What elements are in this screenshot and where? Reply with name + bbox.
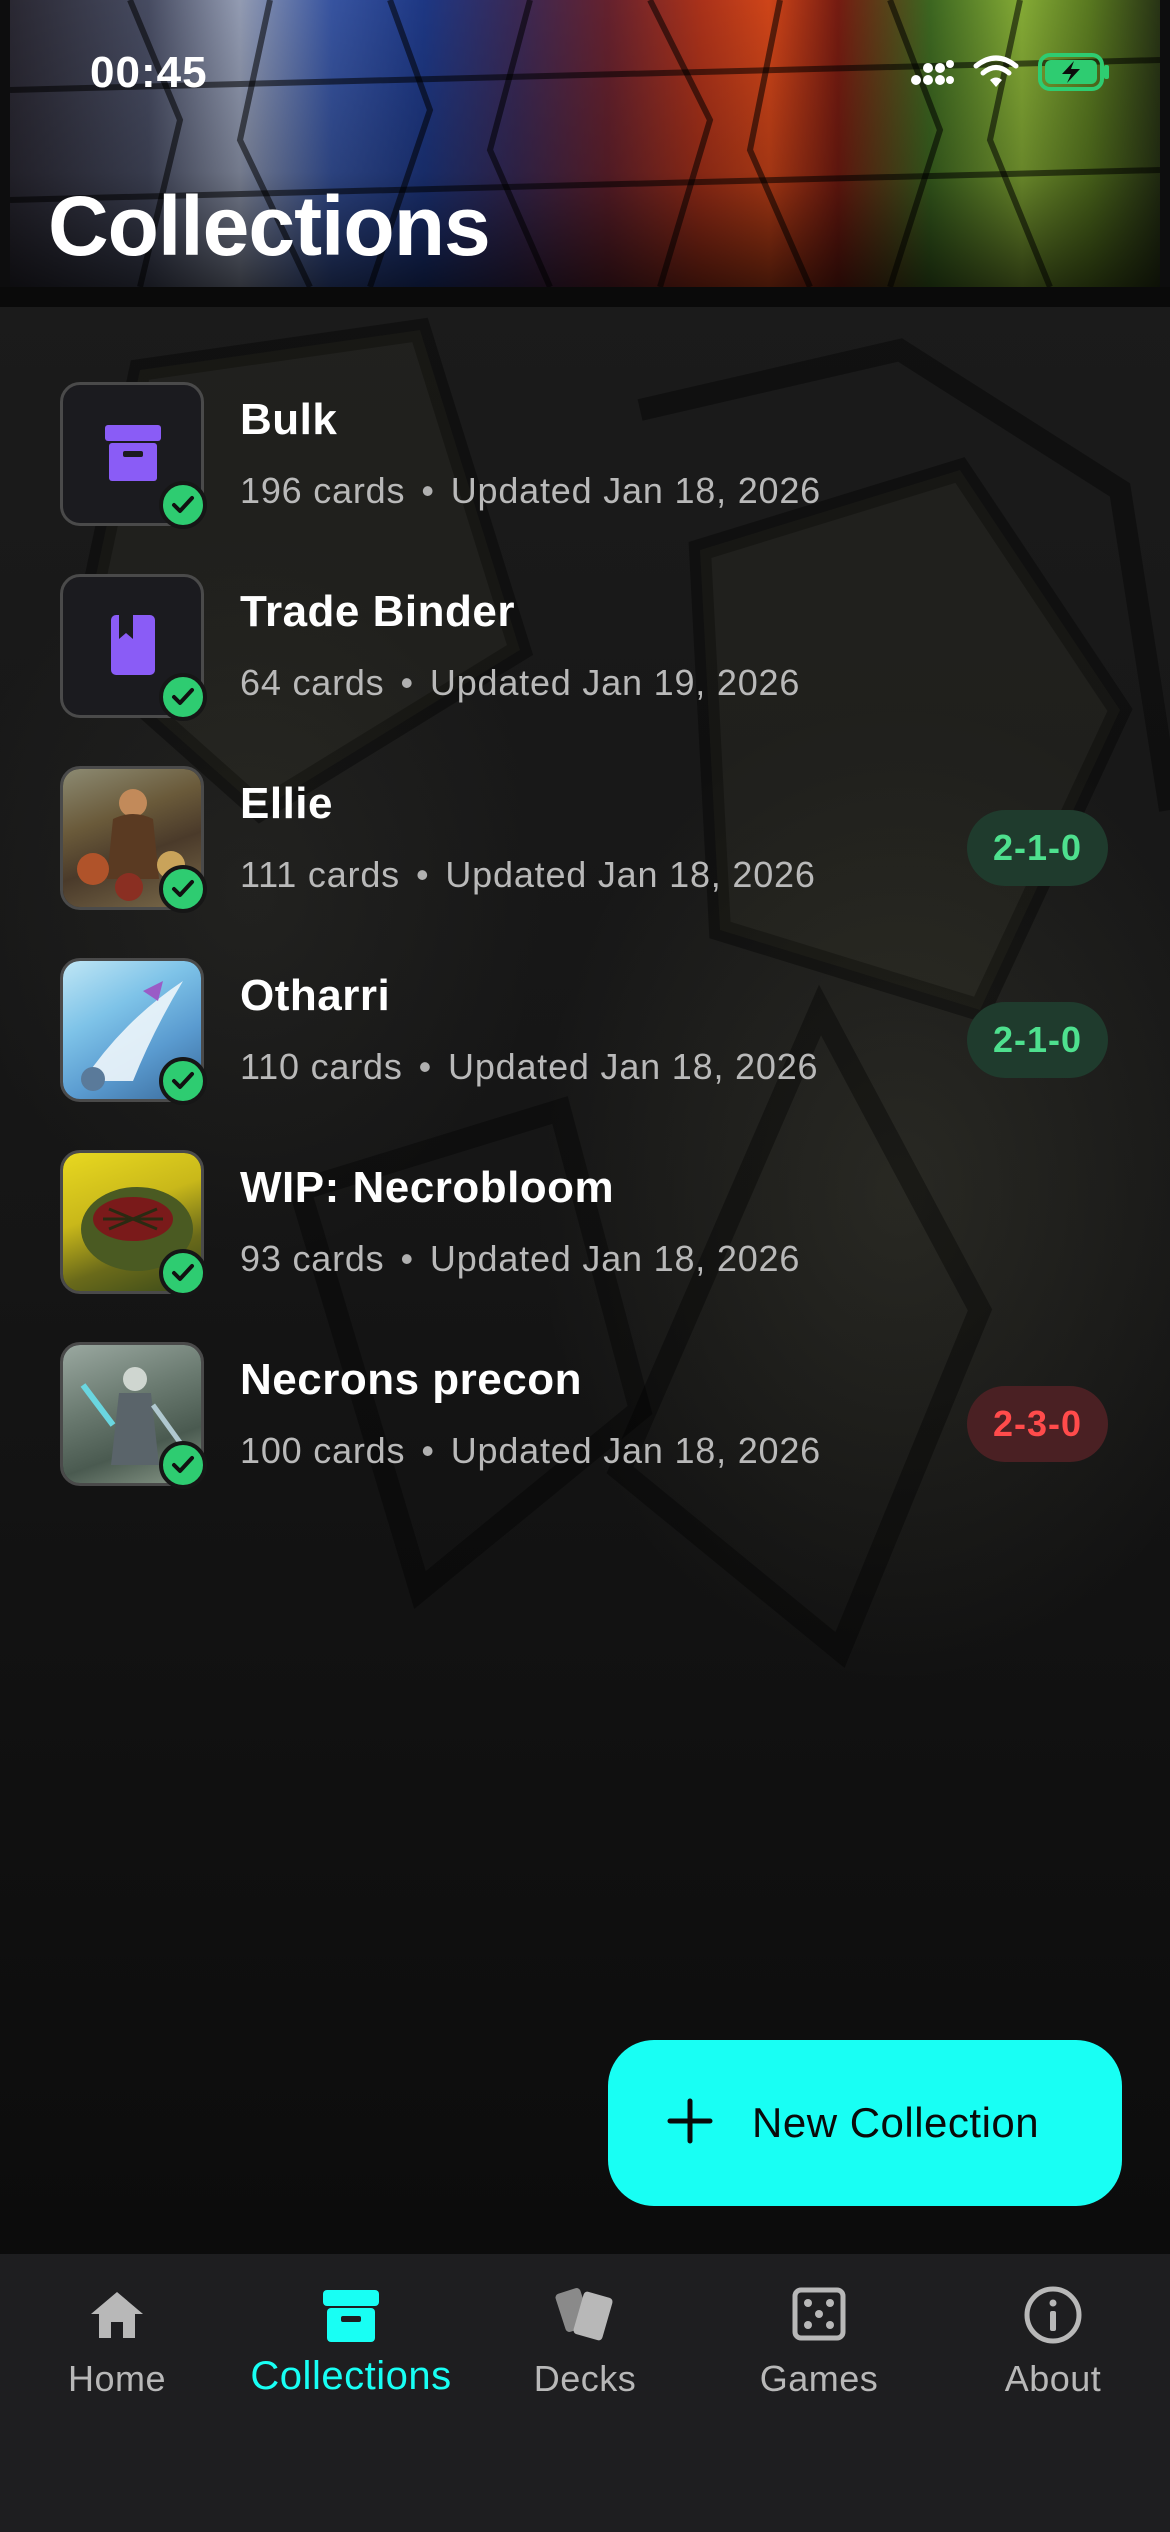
- nav-label-about: About: [1004, 2358, 1102, 2399]
- collection-name: Trade Binder: [240, 587, 515, 636]
- collection-thumbnail: [60, 1150, 207, 1297]
- nav-label-decks: Decks: [533, 2358, 637, 2399]
- updated-date: Updated Jan 18, 2026: [450, 470, 822, 511]
- nav-item-home[interactable]: Home: [0, 2254, 234, 2484]
- collection-row-trade-binder[interactable]: Trade Binder 64 cards • Updated Jan 19, 20…: [0, 562, 1170, 754]
- archive-icon: [319, 2284, 383, 2353]
- collection-row-bulk[interactable]: Bulk 196 cards • Updated Jan 18, 2026: [0, 370, 1170, 562]
- collection-row-necrobloom[interactable]: WIP: Necrobloom 93 cards • Updated Jan 18,…: [0, 1138, 1170, 1330]
- home-icon: [87, 2284, 147, 2349]
- card-count: 100 cards: [240, 1430, 406, 1471]
- updated-date: Updated Jan 19, 2026: [429, 662, 801, 703]
- nav-item-about[interactable]: About: [936, 2254, 1170, 2484]
- record-badge: 2-1-0: [966, 1002, 1108, 1078]
- signal-icon: [910, 56, 954, 93]
- collection-thumbnail: [60, 574, 207, 721]
- collection-name: Otharri: [240, 971, 391, 1020]
- synced-check-icon: [159, 673, 207, 721]
- synced-check-icon: [159, 1057, 207, 1105]
- record-badge: 2-1-0: [966, 810, 1108, 886]
- nav-label-collections: Collections: [250, 2354, 452, 2398]
- card-count: 64 cards: [240, 662, 385, 703]
- collections-screen: 00:45 Collections Bulk 196 cards • Updat…: [0, 0, 1170, 2532]
- card-count: 93 cards: [240, 1238, 385, 1279]
- card-count: 111 cards: [240, 854, 400, 895]
- page-title: Collections: [48, 179, 491, 273]
- record-badge: 2-3-0: [966, 1386, 1108, 1462]
- nav-item-games[interactable]: Games: [702, 2254, 936, 2484]
- collections-list: Bulk 196 cards • Updated Jan 18, 2026 Trad…: [0, 370, 1170, 1522]
- card-count: 110 cards: [240, 1046, 403, 1087]
- collection-meta: 111 cards • Updated Jan 18, 2026: [240, 854, 816, 895]
- collection-meta: 110 cards • Updated Jan 18, 2026: [240, 1046, 819, 1087]
- collection-name: Bulk: [240, 395, 338, 444]
- collection-meta: 64 cards • Updated Jan 19, 2026: [240, 662, 801, 703]
- collection-row-necrons-precon[interactable]: Necrons precon 100 cards • Updated Jan 18,…: [0, 1330, 1170, 1522]
- synced-check-icon: [159, 865, 207, 913]
- dice-icon: [789, 2284, 849, 2349]
- new-collection-button[interactable]: New Collection: [608, 2040, 1122, 2206]
- status-time: 00:45: [90, 48, 208, 97]
- nav-item-collections[interactable]: Collections: [234, 2254, 468, 2484]
- collection-thumbnail: [60, 1342, 207, 1489]
- nav-item-decks[interactable]: Decks: [468, 2254, 702, 2484]
- status-icons: [910, 52, 1112, 97]
- synced-check-icon: [159, 1249, 207, 1297]
- new-collection-label: New Collection: [752, 2099, 1040, 2146]
- synced-check-icon: [159, 481, 207, 529]
- nav-label-games: Games: [759, 2358, 879, 2399]
- updated-date: Updated Jan 18, 2026: [448, 1046, 819, 1087]
- updated-date: Updated Jan 18, 2026: [429, 1238, 801, 1279]
- updated-date: Updated Jan 18, 2026: [450, 1430, 822, 1471]
- collection-thumbnail: [60, 382, 207, 529]
- wifi-icon: [972, 54, 1020, 95]
- collection-row-ellie[interactable]: Ellie 111 cards • Updated Jan 18, 2026 2-1…: [0, 754, 1170, 946]
- collection-name: WIP: Necrobloom: [240, 1163, 615, 1212]
- collection-row-otharri[interactable]: Otharri 110 cards • Updated Jan 18, 2026 2…: [0, 946, 1170, 1138]
- updated-date: Updated Jan 18, 2026: [445, 854, 816, 895]
- header-divider: [0, 287, 1170, 307]
- info-icon: [1022, 2284, 1084, 2351]
- cards-icon: [552, 2284, 618, 2349]
- collection-thumbnail: [60, 766, 207, 913]
- nav-label-home: Home: [67, 2358, 167, 2399]
- collection-name: Ellie: [240, 779, 333, 828]
- card-count: 196 cards: [240, 470, 406, 511]
- bottom-nav: Home Collections Decks Games About: [0, 2254, 1170, 2532]
- collection-thumbnail: [60, 958, 207, 1105]
- collection-meta: 100 cards • Updated Jan 18, 2026: [240, 1430, 822, 1471]
- collection-meta: 196 cards • Updated Jan 18, 2026: [240, 470, 822, 511]
- synced-check-icon: [159, 1441, 207, 1489]
- collection-meta: 93 cards • Updated Jan 18, 2026: [240, 1238, 801, 1279]
- plus-icon: [666, 2097, 714, 2150]
- collection-name: Necrons precon: [240, 1355, 582, 1404]
- battery-icon: [1038, 52, 1112, 97]
